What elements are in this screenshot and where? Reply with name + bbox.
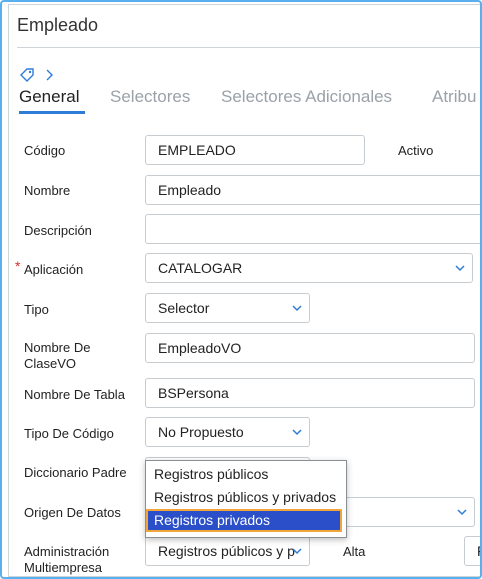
tab-general[interactable]: General (19, 87, 79, 107)
multiempresa-label-line1: Administración (24, 544, 110, 559)
multiempresa-label: Administración Multiempresa (24, 544, 109, 576)
tipo-codigo-label: Tipo De Código (24, 426, 114, 441)
tipo-codigo-value: No Propuesto (158, 424, 244, 440)
chevron-right-icon[interactable] (45, 67, 55, 83)
dropdown-option[interactable]: Registros públicos (146, 463, 342, 486)
tag-icon[interactable] (19, 67, 35, 83)
alta-label: Alta (343, 544, 366, 559)
form-panel: Empleado General Selectores Selectores A… (8, 4, 480, 577)
multiempresa-select[interactable]: Registros públicos y p (145, 536, 310, 566)
active-tab-indicator (19, 111, 85, 114)
tab-selectores-adicionales[interactable]: Selectores Adicionales (221, 87, 392, 107)
chevron-down-icon (292, 548, 302, 555)
tipo-codigo-select[interactable]: No Propuesto (145, 417, 310, 447)
multiempresa-value: Registros públicos y p (158, 543, 295, 559)
dropdown-option-selected[interactable]: Registros privados (146, 509, 342, 532)
required-marker: * (15, 258, 21, 274)
codigo-label: Código (24, 143, 66, 158)
clase-vo-input[interactable]: EmpleadoVO (145, 333, 475, 363)
tipo-label: Tipo (24, 302, 49, 317)
clase-vo-label-line1: Nombre De (24, 340, 91, 355)
chevron-down-icon (455, 265, 465, 272)
title-divider (17, 47, 480, 48)
window-frame: Empleado General Selectores Selectores A… (0, 0, 482, 579)
multiempresa-dropdown-list: Registros públicos Registros públicos y … (145, 460, 347, 538)
dropdown-option[interactable]: Registros públicos y privados (146, 486, 342, 509)
multiempresa-label-line2: Multiempresa (24, 560, 103, 575)
chevron-down-icon (457, 509, 467, 516)
clase-vo-label: Nombre De ClaseVO (24, 340, 90, 372)
clase-vo-label-line2: ClaseVO (24, 356, 77, 371)
alta-field[interactable]: F (464, 536, 480, 566)
nombre-input[interactable]: Empleado (145, 175, 480, 205)
diccionario-label: Diccionario Padre (24, 465, 127, 480)
origen-label: Origen De Datos (24, 505, 121, 520)
nombre-label: Nombre (24, 183, 71, 198)
page-title: Empleado (17, 15, 99, 35)
tipo-select[interactable]: Selector (145, 293, 310, 323)
descripcion-label: Descripción (24, 223, 92, 238)
tab-selectores[interactable]: Selectores (110, 87, 190, 107)
tab-atributos[interactable]: Atribu (432, 87, 476, 107)
tabla-label: Nombre De Tabla (24, 387, 125, 402)
codigo-input[interactable]: EMPLEADO (145, 135, 365, 165)
tipo-value: Selector (158, 300, 210, 316)
chevron-down-icon (292, 305, 302, 312)
aplicacion-select[interactable]: CATALOGAR (145, 253, 473, 283)
aplicacion-label: Aplicación (24, 262, 84, 277)
aplicacion-value: CATALOGAR (158, 260, 243, 276)
activo-label: Activo (398, 143, 434, 158)
chevron-down-icon (292, 429, 302, 436)
descripcion-input[interactable] (145, 214, 480, 244)
tabla-input[interactable]: BSPersona (145, 378, 475, 408)
